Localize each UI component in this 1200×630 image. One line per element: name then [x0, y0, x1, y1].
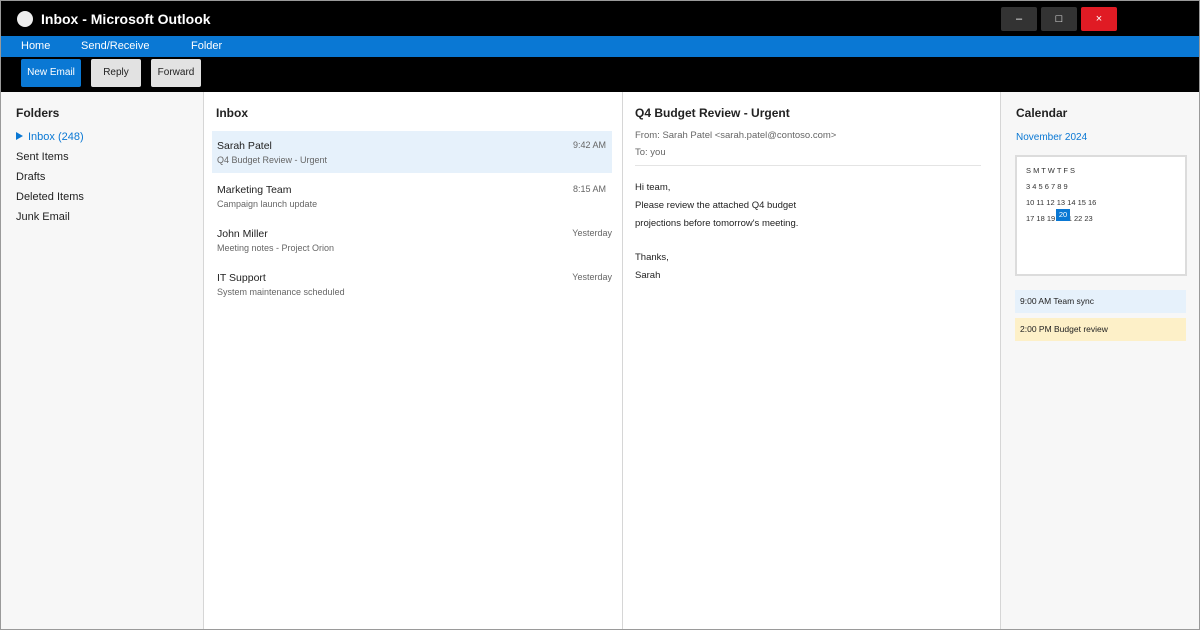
- calendar-event[interactable]: 9:00 AM Team sync: [1015, 290, 1186, 313]
- menu-send-receive[interactable]: Send/Receive: [81, 40, 150, 53]
- message-item[interactable]: John Miller Yesterday Meeting notes - Pr…: [212, 219, 612, 261]
- message-item[interactable]: Sarah Patel 9:42 AM Q4 Budget Review - U…: [212, 131, 612, 173]
- message-sender: Marketing Team: [217, 184, 292, 196]
- close-button[interactable]: ×: [1081, 7, 1117, 31]
- email-body-line: Hi team,: [635, 182, 671, 193]
- message-subject: Q4 Budget Review - Urgent: [217, 155, 328, 165]
- email-body-line: Sarah: [635, 270, 661, 281]
- calendar-month[interactable]: November 2024: [1016, 132, 1087, 144]
- reply-button[interactable]: Reply: [91, 59, 141, 87]
- reading-pane: Q4 Budget Review - Urgent From: Sarah Pa…: [623, 92, 1001, 629]
- calendar-week-row: 10 11 12 13 14 15 16: [1026, 198, 1097, 207]
- folder-deleted-items[interactable]: Deleted Items: [16, 191, 84, 204]
- title-bar: Inbox - Microsoft Outlook – □ ×: [1, 1, 1199, 36]
- folder-drafts[interactable]: Drafts: [16, 171, 45, 184]
- menu-home[interactable]: Home: [21, 40, 50, 53]
- email-from: From: Sarah Patel <sarah.patel@contoso.c…: [635, 130, 837, 141]
- expand-arrow-icon: [16, 132, 23, 140]
- message-time: Yesterday: [572, 228, 612, 238]
- header-divider: [635, 165, 981, 166]
- calendar-weekdays: S M T W T F S: [1026, 166, 1076, 175]
- message-time: Yesterday: [572, 272, 612, 282]
- mini-calendar[interactable]: S M T W T F S 3 4 5 6 7 8 9 10 11 12 13 …: [1015, 155, 1187, 276]
- message-subject: Campaign launch update: [217, 199, 318, 209]
- app-icon: [17, 11, 33, 27]
- inbox-title: Inbox: [216, 106, 248, 120]
- email-subject: Q4 Budget Review - Urgent: [635, 106, 790, 120]
- ribbon: New Email Reply Forward: [1, 57, 1199, 92]
- message-time: 8:15 AM: [572, 184, 606, 194]
- folders-title: Folders: [16, 106, 60, 120]
- message-subject: System maintenance scheduled: [217, 287, 345, 297]
- folder-inbox-label: Inbox (248): [28, 131, 84, 143]
- forward-button[interactable]: Forward: [151, 59, 201, 87]
- new-email-button[interactable]: New Email: [21, 59, 81, 87]
- email-to: To: you: [635, 147, 666, 158]
- window-title: Inbox - Microsoft Outlook: [41, 11, 211, 27]
- email-body-line: Thanks,: [635, 252, 669, 263]
- email-body-line: projections before tomorrow's meeting.: [635, 218, 799, 229]
- calendar-week-row: 3 4 5 6 7 8 9: [1026, 182, 1068, 191]
- menu-bar: Home Send/Receive Folder: [1, 36, 1199, 57]
- message-sender: John Miller: [217, 228, 268, 240]
- folder-junk-email[interactable]: Junk Email: [16, 211, 70, 224]
- calendar-title: Calendar: [1016, 106, 1068, 120]
- calendar-today[interactable]: 20: [1056, 209, 1070, 221]
- minimize-button[interactable]: –: [1001, 7, 1037, 31]
- message-item[interactable]: Marketing Team 8:15 AM Campaign launch u…: [212, 175, 612, 217]
- folder-sent-items[interactable]: Sent Items: [16, 151, 69, 164]
- calendar-event[interactable]: 2:00 PM Budget review: [1015, 318, 1186, 341]
- folder-pane: Folders Inbox (248) Sent Items Drafts De…: [1, 92, 203, 629]
- folder-inbox[interactable]: Inbox (248): [16, 131, 84, 144]
- message-item[interactable]: IT Support Yesterday System maintenance …: [212, 263, 612, 305]
- maximize-button[interactable]: □: [1041, 7, 1077, 31]
- menu-folder[interactable]: Folder: [191, 40, 222, 53]
- outlook-window: Inbox - Microsoft Outlook – □ × Home Sen…: [0, 0, 1200, 630]
- email-body-line: Please review the attached Q4 budget: [635, 200, 797, 211]
- message-time: 9:42 AM: [572, 140, 606, 150]
- message-list-pane: Inbox Sarah Patel 9:42 AM Q4 Budget Revi…: [203, 92, 623, 629]
- calendar-pane: Calendar November 2024 S M T W T F S 3 4…: [1001, 92, 1199, 629]
- message-sender: Sarah Patel: [217, 140, 272, 152]
- message-subject: Meeting notes - Project Orion: [217, 243, 335, 253]
- message-sender: IT Support: [217, 272, 266, 284]
